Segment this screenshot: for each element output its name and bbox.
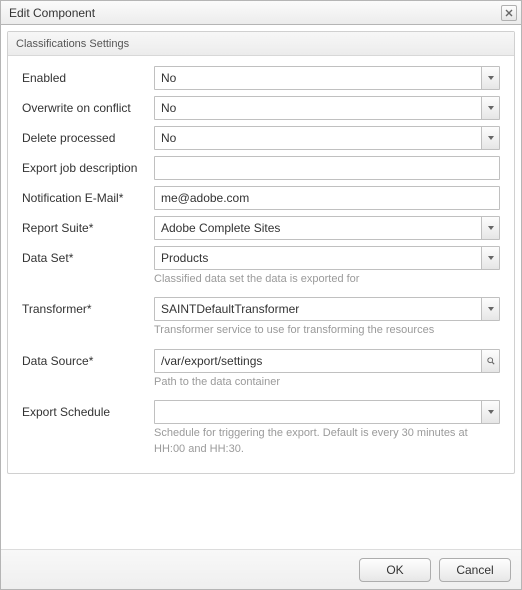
hint-transformer: Transformer service to use for transform… [154, 323, 500, 338]
titlebar: Edit Component [1, 1, 521, 25]
hint-data-set: Classified data set the data is exported… [154, 272, 500, 287]
delete-processed-trigger[interactable] [481, 127, 499, 149]
label-report-suite: Report Suite* [22, 216, 154, 235]
ok-button[interactable]: OK [359, 558, 431, 582]
data-source-value: /var/export/settings [155, 354, 481, 368]
label-export-job-desc: Export job description [22, 156, 154, 175]
edit-component-dialog: Edit Component Classifications Settings … [0, 0, 522, 590]
label-delete-processed: Delete processed [22, 126, 154, 145]
export-job-desc-input[interactable] [155, 157, 499, 179]
fieldset-title: Classifications Settings [8, 32, 514, 56]
row-delete-processed: Delete processed No [22, 126, 500, 150]
row-notification-email: Notification E-Mail* [22, 186, 500, 210]
chevron-down-icon [487, 251, 495, 265]
button-bar: OK Cancel [1, 549, 521, 589]
transformer-value: SAINTDefaultTransformer [155, 302, 481, 316]
label-export-schedule: Export Schedule [22, 400, 154, 419]
report-suite-value: Adobe Complete Sites [155, 221, 481, 235]
delete-processed-value: No [155, 131, 481, 145]
data-source-field[interactable]: /var/export/settings [154, 349, 500, 373]
delete-processed-select[interactable]: No [154, 126, 500, 150]
row-enabled: Enabled No [22, 66, 500, 90]
label-overwrite: Overwrite on conflict [22, 96, 154, 115]
enabled-value: No [155, 71, 481, 85]
export-schedule-trigger[interactable] [481, 401, 499, 423]
chevron-down-icon [487, 131, 495, 145]
dialog-body: Classifications Settings Enabled No [1, 25, 521, 549]
transformer-select[interactable]: SAINTDefaultTransformer [154, 297, 500, 321]
label-data-set: Data Set* [22, 246, 154, 265]
cancel-button[interactable]: Cancel [439, 558, 511, 582]
enabled-select[interactable]: No [154, 66, 500, 90]
search-icon [487, 354, 495, 368]
row-export-schedule: Export Schedule [22, 400, 500, 424]
notification-email-input[interactable] [155, 187, 499, 209]
report-suite-select[interactable]: Adobe Complete Sites [154, 216, 500, 240]
hint-data-source: Path to the data container [154, 375, 500, 390]
chevron-down-icon [487, 71, 495, 85]
overwrite-value: No [155, 101, 481, 115]
data-set-trigger[interactable] [481, 247, 499, 269]
close-icon [505, 6, 513, 20]
row-data-set: Data Set* Products [22, 246, 500, 270]
label-data-source: Data Source* [22, 349, 154, 368]
dialog-title: Edit Component [9, 6, 95, 20]
report-suite-trigger[interactable] [481, 217, 499, 239]
data-set-select[interactable]: Products [154, 246, 500, 270]
row-overwrite: Overwrite on conflict No [22, 96, 500, 120]
hint-export-schedule: Schedule for triggering the export. Defa… [154, 426, 500, 457]
export-job-desc-field[interactable] [154, 156, 500, 180]
data-source-browse-button[interactable] [481, 350, 499, 372]
chevron-down-icon [487, 302, 495, 316]
export-schedule-select[interactable] [154, 400, 500, 424]
classifications-fieldset: Classifications Settings Enabled No [7, 31, 515, 474]
overwrite-trigger[interactable] [481, 97, 499, 119]
row-data-source: Data Source* /var/export/settings [22, 349, 500, 373]
fieldset-body: Enabled No Overwrite on conflict [8, 56, 514, 473]
label-transformer: Transformer* [22, 297, 154, 316]
overwrite-select[interactable]: No [154, 96, 500, 120]
spacer [7, 474, 515, 543]
row-export-job-desc: Export job description [22, 156, 500, 180]
label-notification-email: Notification E-Mail* [22, 186, 154, 205]
row-transformer: Transformer* SAINTDefaultTransformer [22, 297, 500, 321]
enabled-trigger[interactable] [481, 67, 499, 89]
row-report-suite: Report Suite* Adobe Complete Sites [22, 216, 500, 240]
label-enabled: Enabled [22, 66, 154, 85]
data-set-value: Products [155, 251, 481, 265]
notification-email-field[interactable] [154, 186, 500, 210]
chevron-down-icon [487, 101, 495, 115]
transformer-trigger[interactable] [481, 298, 499, 320]
chevron-down-icon [487, 221, 495, 235]
chevron-down-icon [487, 405, 495, 419]
close-button[interactable] [501, 5, 517, 21]
